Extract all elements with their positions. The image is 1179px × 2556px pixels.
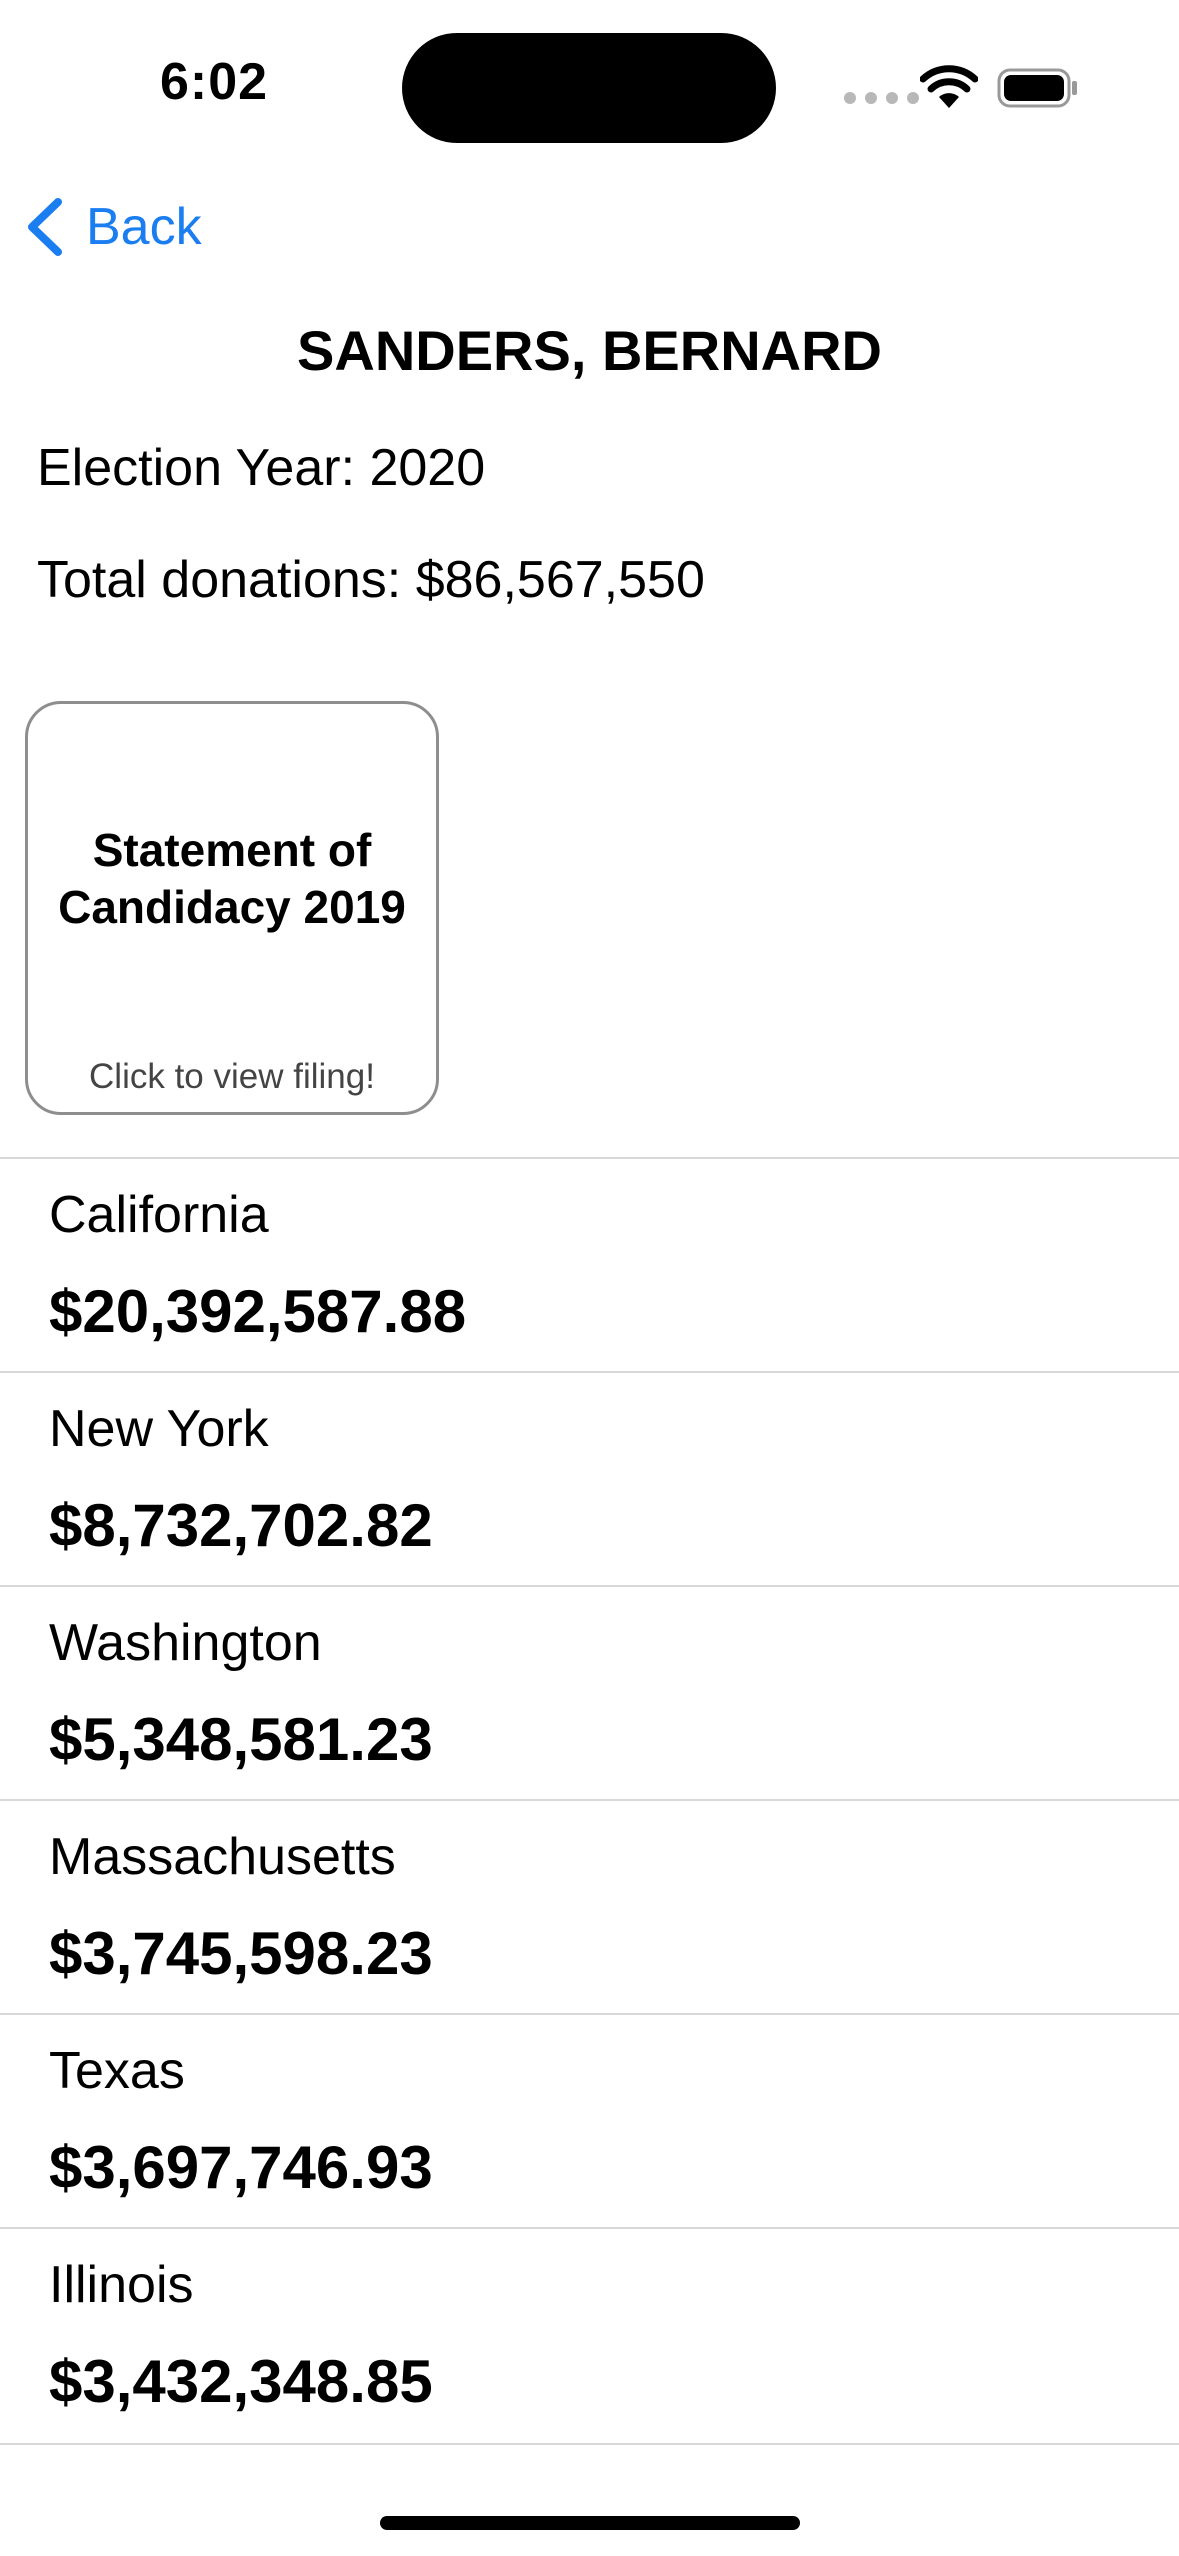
state-amount: $3,697,746.93 bbox=[49, 2134, 433, 2201]
filing-subtitle: Click to view filing! bbox=[89, 1057, 375, 1096]
back-label: Back bbox=[86, 198, 202, 256]
state-row-massachusetts[interactable]: Massachusetts $3,745,598.23 bbox=[0, 1799, 1179, 2013]
election-year: Election Year: 2020 bbox=[37, 439, 486, 497]
status-time: 6:02 bbox=[160, 53, 269, 111]
filing-card[interactable]: Statement of Candidacy 2019 Click to vie… bbox=[25, 701, 439, 1115]
state-row-illinois[interactable]: Illinois $3,432,348.85 bbox=[0, 2227, 1179, 2445]
state-amount: $3,432,348.85 bbox=[49, 2348, 433, 2415]
dynamic-island bbox=[402, 33, 776, 143]
home-indicator[interactable] bbox=[380, 2516, 800, 2530]
state-name: New York bbox=[49, 1400, 269, 1458]
battery-icon bbox=[997, 68, 1077, 108]
state-name: Massachusetts bbox=[49, 1828, 396, 1886]
state-amount: $20,392,587.88 bbox=[49, 1278, 467, 1345]
status-bar: 6:02 bbox=[0, 0, 1179, 180]
chevron-left-icon bbox=[28, 198, 62, 256]
state-row-washington[interactable]: Washington $5,348,581.23 bbox=[0, 1585, 1179, 1799]
cellular-signal-icon bbox=[844, 92, 919, 104]
state-amount: $5,348,581.23 bbox=[49, 1706, 433, 1773]
state-amount: $8,732,702.82 bbox=[49, 1492, 433, 1559]
state-row-california[interactable]: California $20,392,587.88 bbox=[0, 1157, 1179, 1371]
wifi-icon bbox=[920, 65, 978, 108]
candidate-name: SANDERS, BERNARD bbox=[297, 319, 882, 382]
state-donations-list: California $20,392,587.88 New York $8,73… bbox=[0, 1157, 1179, 2445]
state-row-texas[interactable]: Texas $3,697,746.93 bbox=[0, 2013, 1179, 2227]
state-amount: $3,745,598.23 bbox=[49, 1920, 433, 1987]
state-name: California bbox=[49, 1186, 269, 1244]
back-button[interactable]: Back bbox=[24, 192, 202, 262]
filing-title: Statement of Candidacy 2019 bbox=[58, 824, 406, 933]
state-name: Texas bbox=[49, 2042, 185, 2100]
total-donations: Total donations: $86,567,550 bbox=[37, 551, 705, 609]
state-row-new-york[interactable]: New York $8,732,702.82 bbox=[0, 1371, 1179, 1585]
state-name: Washington bbox=[49, 1614, 322, 1672]
state-name: Illinois bbox=[49, 2256, 194, 2314]
